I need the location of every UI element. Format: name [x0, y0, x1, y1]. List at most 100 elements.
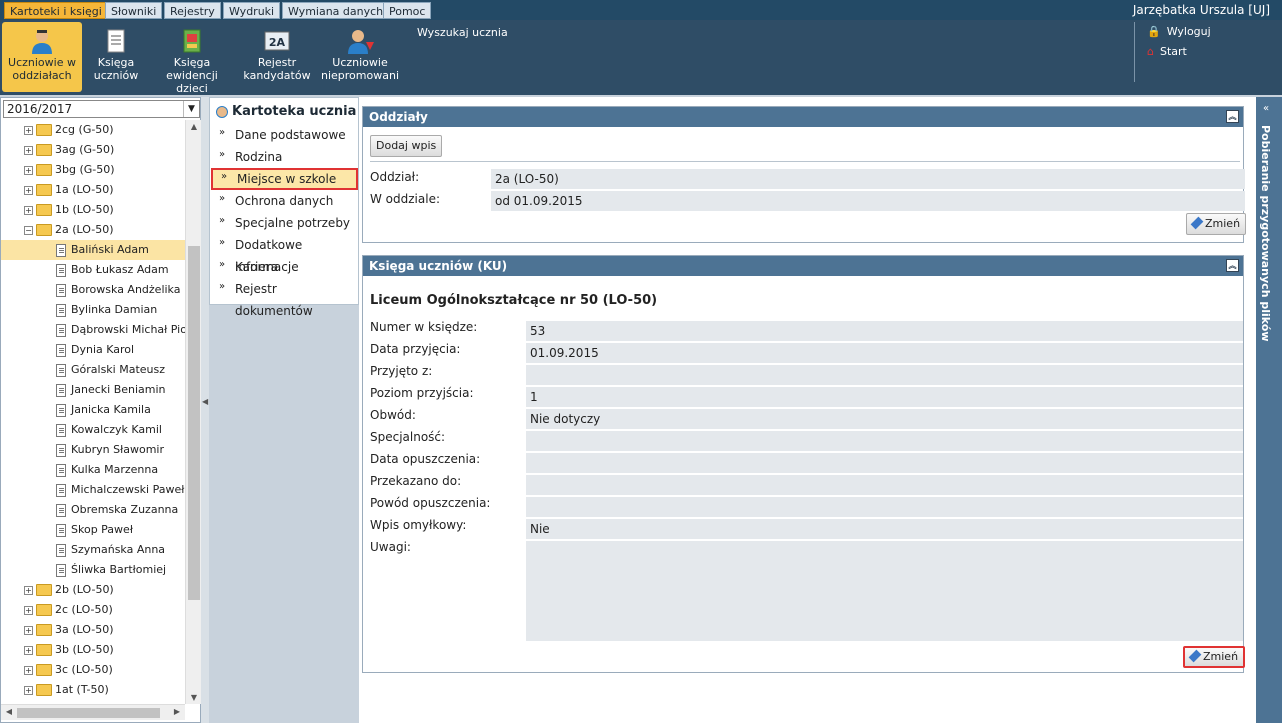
scroll-thumb[interactable] [17, 708, 160, 718]
menu-wydruki[interactable]: Wydruki [223, 2, 281, 19]
wyszukaj-ucznia-link[interactable]: Wyszukaj ucznia [417, 26, 508, 39]
scroll-up-icon[interactable]: ▲ [186, 122, 202, 131]
tree-class-item[interactable]: +3b (LO-50) [1, 640, 185, 660]
tree-student-item[interactable]: Janicka Kamila [1, 400, 185, 420]
tree-item-label: 2b (LO-50) [55, 583, 114, 596]
expand-icon[interactable]: + [24, 626, 33, 635]
field-value: Nie [526, 519, 1243, 539]
tree-student-item[interactable]: Janecki Beniamin [1, 380, 185, 400]
tree-student-item[interactable]: Borowska Andżelika Ew [1, 280, 185, 300]
panel-title: Oddziały [369, 110, 428, 124]
downloads-sidebar[interactable]: « Pobieranie przygotowanych plików [1256, 97, 1282, 723]
tree-class-item[interactable]: +3c (LO-50) [1, 660, 185, 680]
field-label: Data przyjęcia: [370, 342, 461, 356]
tree-item-label: 3ag (G-50) [55, 143, 115, 156]
folder-icon [36, 204, 52, 216]
collapse-left-icon[interactable]: ◀ [202, 397, 208, 406]
tree-class-item[interactable]: − 2a (LO-50) [1, 220, 185, 240]
collapse-icon[interactable]: − [24, 226, 33, 235]
tree-class-item[interactable]: +2cg (G-50) [1, 120, 185, 140]
button-label: Księga [173, 56, 211, 69]
expand-icon[interactable]: + [24, 166, 33, 175]
tree-student-item[interactable]: Kulka Marzenna [1, 460, 185, 480]
tree-horizontal-scrollbar[interactable]: ◀ ▶ [1, 704, 185, 720]
panel-splitter[interactable]: ◀ [201, 97, 209, 723]
menu-pomoc[interactable]: Pomoc [383, 2, 432, 19]
scroll-thumb[interactable] [188, 246, 200, 600]
tree-student-item[interactable]: Kubryn Sławomir [1, 440, 185, 460]
tree-vertical-scrollbar[interactable]: ▲ ▼ [185, 120, 201, 704]
uczniowie-niepromowani-button[interactable]: Uczniowie niepromowani [320, 22, 400, 92]
scroll-right-icon[interactable]: ▶ [169, 707, 185, 716]
tree-class-item[interactable]: +1b (LO-50) [1, 200, 185, 220]
oddzial-label: Oddział: [370, 170, 420, 184]
expand-icon[interactable]: + [24, 606, 33, 615]
tree-class-item[interactable]: +3bg (G-50) [1, 160, 185, 180]
tree-class-item[interactable]: +3a (LO-50) [1, 620, 185, 640]
tree-student-item[interactable]: Obremska Zuzanna [1, 500, 185, 520]
tree-class-item[interactable]: +1a (LO-50) [1, 180, 185, 200]
button-label: Uczniowie [332, 56, 388, 69]
document-icon [56, 284, 66, 297]
menu-rejestry[interactable]: Rejestry [164, 2, 221, 19]
expand-icon[interactable]: + [24, 646, 33, 655]
nav-dane-podstawowe[interactable]: Dane podstawowe [211, 122, 358, 146]
field-value: 1 [526, 387, 1243, 407]
menu-kartoteki[interactable]: Kartoteki i księgi [4, 2, 108, 19]
nav-rodzina[interactable]: Rodzina [211, 144, 358, 168]
tree-student-item[interactable]: Bob Łukasz Adam [1, 260, 185, 280]
start-link[interactable]: ⌂ Start [1147, 42, 1211, 62]
logout-link[interactable]: 🔒 Wyloguj [1147, 22, 1211, 42]
tree-class-item[interactable]: +2b (LO-50) [1, 580, 185, 600]
expand-icon[interactable]: + [24, 186, 33, 195]
expand-icon[interactable]: + [24, 146, 33, 155]
tree-item-label: 3b (LO-50) [55, 643, 114, 656]
tree-student-item[interactable]: Kowalczyk Kamil [1, 420, 185, 440]
expand-icon[interactable]: + [24, 666, 33, 675]
zmien-ksiega-button[interactable]: Zmień [1183, 646, 1246, 668]
dodaj-wpis-button[interactable]: Dodaj wpis [370, 135, 443, 157]
expand-left-icon[interactable]: « [1263, 103, 1269, 114]
tree-student-item[interactable]: Baliński Adam [1, 240, 185, 260]
field-label: Numer w księdze: [370, 320, 478, 334]
expand-icon[interactable]: + [24, 586, 33, 595]
zmien-oddzial-button[interactable]: Zmień [1186, 213, 1247, 235]
scroll-down-icon[interactable]: ▼ [186, 693, 202, 702]
tree-student-item[interactable]: Dąbrowski Michał Piotr [1, 320, 185, 340]
nav-kariera[interactable]: Kariera [211, 254, 358, 278]
collapse-icon[interactable]: ︽ [1226, 110, 1239, 123]
divider [370, 161, 1240, 162]
button-label: ewidencji dzieci [166, 69, 218, 95]
uczniowie-w-oddzialach-button[interactable]: Uczniowie w oddziałach [2, 22, 82, 92]
expand-icon[interactable]: + [24, 206, 33, 215]
tree-class-item[interactable]: +3ag (G-50) [1, 140, 185, 160]
tree-class-item[interactable]: +2c (LO-50) [1, 600, 185, 620]
nav-dodatkowe-informacje[interactable]: Dodatkowe informacje [211, 232, 358, 274]
w-oddziale-label: W oddziale: [370, 192, 441, 206]
tree-student-item[interactable]: Śliwka Bartłomiej [1, 560, 185, 580]
nav-ochrona-danych[interactable]: Ochrona danych [211, 188, 358, 212]
button-label: Zmień [1205, 217, 1241, 230]
expand-icon[interactable]: + [24, 686, 33, 695]
nav-rejestr-dokumentow[interactable]: Rejestr dokumentów [211, 276, 358, 318]
scroll-left-icon[interactable]: ◀ [1, 707, 17, 716]
school-year-select[interactable]: 2016/2017 ▼ [3, 100, 200, 118]
nav-miejsce-w-szkole[interactable]: Miejsce w szkole [211, 168, 358, 190]
tree-item-label: 1a (LO-50) [55, 183, 114, 196]
tree-student-item[interactable]: Michalczewski Paweł [1, 480, 185, 500]
menu-slowniki[interactable]: Słowniki [105, 2, 163, 19]
tree-student-item[interactable]: Góralski Mateusz [1, 360, 185, 380]
rejestr-kandydatow-button[interactable]: 2A Rejestr kandydatów [240, 22, 314, 92]
menu-wymiana-danych[interactable]: Wymiana danych [282, 2, 390, 19]
tree-student-item[interactable]: Szymańska Anna [1, 540, 185, 560]
field-value [526, 453, 1243, 473]
ksiega-uczniow-button[interactable]: Księga uczniów [88, 22, 144, 92]
tree-student-item[interactable]: Dynia Karol [1, 340, 185, 360]
collapse-icon[interactable]: ︽ [1226, 259, 1239, 272]
tree-student-item[interactable]: Bylinka Damian [1, 300, 185, 320]
tree-class-item[interactable]: +1at (T-50) [1, 680, 185, 700]
nav-specjalne-potrzeby[interactable]: Specjalne potrzeby [211, 210, 358, 234]
expand-icon[interactable]: + [24, 126, 33, 135]
tree-student-item[interactable]: Skop Paweł [1, 520, 185, 540]
ksiega-ewidencji-dzieci-button[interactable]: Księga ewidencji dzieci [150, 22, 234, 95]
